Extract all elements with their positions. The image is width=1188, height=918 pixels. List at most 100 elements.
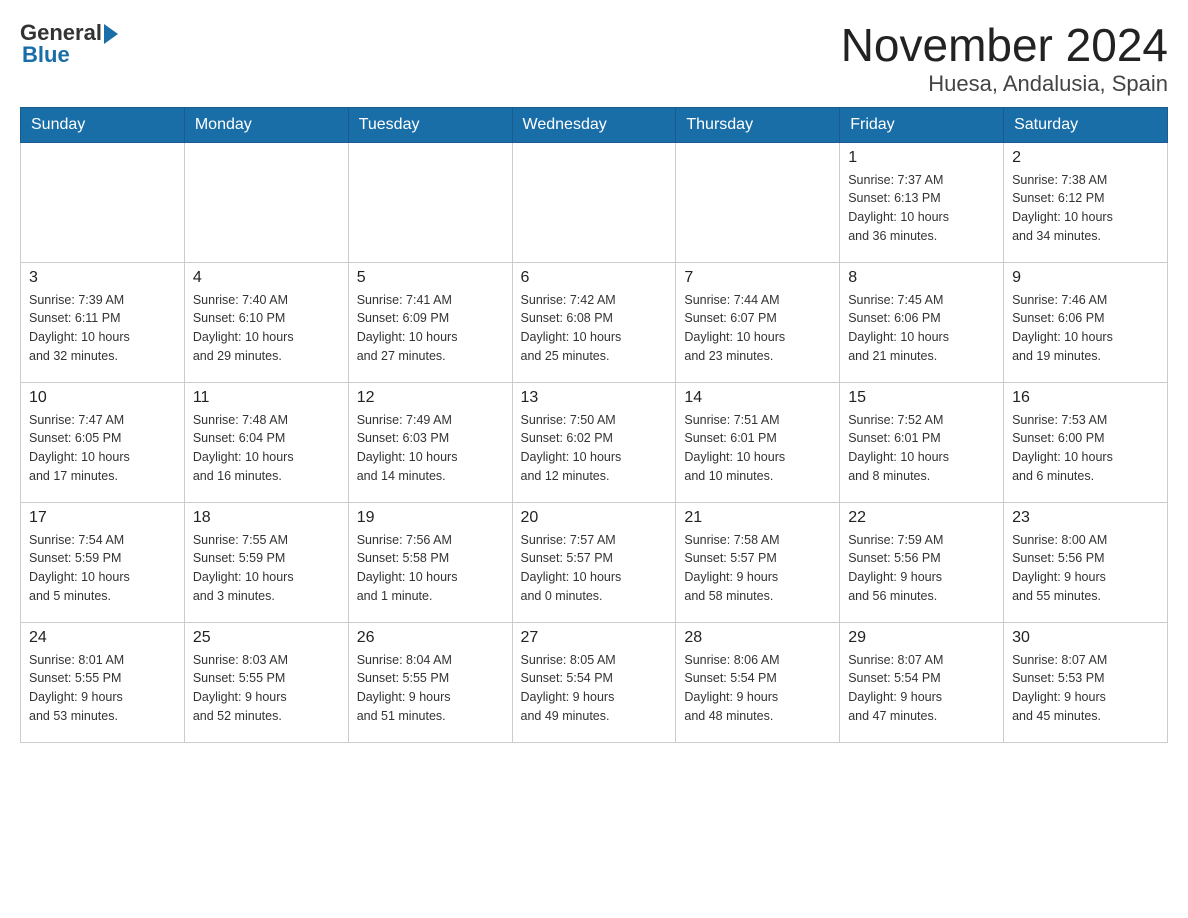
day-info: Sunrise: 8:00 AM Sunset: 5:56 PM Dayligh… xyxy=(1012,531,1159,606)
logo-arrow-icon xyxy=(104,24,118,44)
table-row: 20 Sunrise: 7:57 AM Sunset: 5:57 PM Dayli… xyxy=(512,502,676,622)
day-info: Sunrise: 7:51 AM Sunset: 6:01 PM Dayligh… xyxy=(684,411,831,486)
calendar-week-row: 10 Sunrise: 7:47 AM Sunset: 6:05 PM Dayli… xyxy=(21,382,1168,502)
day-number: 26 xyxy=(357,629,504,647)
day-number: 6 xyxy=(521,269,668,287)
day-number: 16 xyxy=(1012,389,1159,407)
day-info: Sunrise: 8:06 AM Sunset: 5:54 PM Dayligh… xyxy=(684,651,831,726)
day-number: 9 xyxy=(1012,269,1159,287)
table-row: 14 Sunrise: 7:51 AM Sunset: 6:01 PM Dayli… xyxy=(676,382,840,502)
table-row: 8 Sunrise: 7:45 AM Sunset: 6:06 PM Daylig… xyxy=(840,262,1004,382)
calendar-table: Sunday Monday Tuesday Wednesday Thursday… xyxy=(20,107,1168,743)
table-row: 27Sunrise: 8:05 AM Sunset: 5:54 PM Dayli… xyxy=(512,622,676,742)
day-number: 3 xyxy=(29,269,176,287)
day-info: Sunrise: 7:45 AM Sunset: 6:06 PM Dayligh… xyxy=(848,291,995,366)
table-row: 22 Sunrise: 7:59 AM Sunset: 5:56 PM Dayli… xyxy=(840,502,1004,622)
logo-blue-text: Blue xyxy=(20,42,70,68)
day-info: Sunrise: 7:49 AM Sunset: 6:03 PM Dayligh… xyxy=(357,411,504,486)
table-row: 26 Sunrise: 8:04 AM Sunset: 5:55 PM Dayli… xyxy=(348,622,512,742)
calendar-week-row: 24 Sunrise: 8:01 AM Sunset: 5:55 PM Dayli… xyxy=(21,622,1168,742)
day-info: Sunrise: 7:39 AM Sunset: 6:11 PM Dayligh… xyxy=(29,291,176,366)
table-row: 21Sunrise: 7:58 AM Sunset: 5:57 PM Dayli… xyxy=(676,502,840,622)
page-subtitle: Huesa, Andalusia, Spain xyxy=(841,71,1168,97)
day-number: 12 xyxy=(357,389,504,407)
day-info: Sunrise: 7:44 AM Sunset: 6:07 PM Dayligh… xyxy=(684,291,831,366)
day-info: Sunrise: 8:01 AM Sunset: 5:55 PM Dayligh… xyxy=(29,651,176,726)
day-info: Sunrise: 7:41 AM Sunset: 6:09 PM Dayligh… xyxy=(357,291,504,366)
day-number: 15 xyxy=(848,389,995,407)
day-info: Sunrise: 7:37 AM Sunset: 6:13 PM Dayligh… xyxy=(848,171,995,246)
day-number: 11 xyxy=(193,389,340,407)
table-row: 28 Sunrise: 8:06 AM Sunset: 5:54 PM Dayli… xyxy=(676,622,840,742)
day-number: 2 xyxy=(1012,149,1159,167)
table-row: 17Sunrise: 7:54 AM Sunset: 5:59 PM Dayli… xyxy=(21,502,185,622)
day-info: Sunrise: 7:52 AM Sunset: 6:01 PM Dayligh… xyxy=(848,411,995,486)
table-row: 1 Sunrise: 7:37 AM Sunset: 6:13 PM Daylig… xyxy=(840,142,1004,262)
table-row: 4 Sunrise: 7:40 AM Sunset: 6:10 PM Daylig… xyxy=(184,262,348,382)
table-row: 13 Sunrise: 7:50 AM Sunset: 6:02 PM Dayli… xyxy=(512,382,676,502)
table-row: 7 Sunrise: 7:44 AM Sunset: 6:07 PM Daylig… xyxy=(676,262,840,382)
header-sunday: Sunday xyxy=(21,107,185,142)
table-row: 10 Sunrise: 7:47 AM Sunset: 6:05 PM Dayli… xyxy=(21,382,185,502)
day-info: Sunrise: 7:46 AM Sunset: 6:06 PM Dayligh… xyxy=(1012,291,1159,366)
day-number: 1 xyxy=(848,149,995,167)
table-row: 25Sunrise: 8:03 AM Sunset: 5:55 PM Dayli… xyxy=(184,622,348,742)
table-row: 30 Sunrise: 8:07 AM Sunset: 5:53 PM Dayli… xyxy=(1004,622,1168,742)
day-number: 19 xyxy=(357,509,504,527)
table-row: 23 Sunrise: 8:00 AM Sunset: 5:56 PM Dayli… xyxy=(1004,502,1168,622)
day-number: 7 xyxy=(684,269,831,287)
day-number: 18 xyxy=(193,509,340,527)
logo: General Blue xyxy=(20,20,118,68)
day-number: 5 xyxy=(357,269,504,287)
table-row: 12 Sunrise: 7:49 AM Sunset: 6:03 PM Dayli… xyxy=(348,382,512,502)
day-info: Sunrise: 7:50 AM Sunset: 6:02 PM Dayligh… xyxy=(521,411,668,486)
day-info: Sunrise: 8:07 AM Sunset: 5:53 PM Dayligh… xyxy=(1012,651,1159,726)
table-row: 29 Sunrise: 8:07 AM Sunset: 5:54 PM Dayli… xyxy=(840,622,1004,742)
table-row: 9 Sunrise: 7:46 AM Sunset: 6:06 PM Daylig… xyxy=(1004,262,1168,382)
day-number: 28 xyxy=(684,629,831,647)
day-number: 24 xyxy=(29,629,176,647)
table-row: 2 Sunrise: 7:38 AM Sunset: 6:12 PM Daylig… xyxy=(1004,142,1168,262)
day-info: Sunrise: 7:38 AM Sunset: 6:12 PM Dayligh… xyxy=(1012,171,1159,246)
header-saturday: Saturday xyxy=(1004,107,1168,142)
day-number: 30 xyxy=(1012,629,1159,647)
header-thursday: Thursday xyxy=(676,107,840,142)
calendar-week-row: 3 Sunrise: 7:39 AM Sunset: 6:11 PM Daylig… xyxy=(21,262,1168,382)
table-row: 24 Sunrise: 8:01 AM Sunset: 5:55 PM Dayli… xyxy=(21,622,185,742)
calendar-header-row: Sunday Monday Tuesday Wednesday Thursday… xyxy=(21,107,1168,142)
table-row: 16 Sunrise: 7:53 AM Sunset: 6:00 PM Dayli… xyxy=(1004,382,1168,502)
calendar-week-row: 1 Sunrise: 7:37 AM Sunset: 6:13 PM Daylig… xyxy=(21,142,1168,262)
table-row xyxy=(348,142,512,262)
table-row: 5 Sunrise: 7:41 AM Sunset: 6:09 PM Daylig… xyxy=(348,262,512,382)
day-number: 13 xyxy=(521,389,668,407)
table-row: 6 Sunrise: 7:42 AM Sunset: 6:08 PM Daylig… xyxy=(512,262,676,382)
day-number: 23 xyxy=(1012,509,1159,527)
table-row xyxy=(184,142,348,262)
day-info: Sunrise: 8:07 AM Sunset: 5:54 PM Dayligh… xyxy=(848,651,995,726)
day-number: 4 xyxy=(193,269,340,287)
day-number: 25 xyxy=(193,629,340,647)
day-number: 10 xyxy=(29,389,176,407)
day-info: Sunrise: 7:47 AM Sunset: 6:05 PM Dayligh… xyxy=(29,411,176,486)
day-info: Sunrise: 7:57 AM Sunset: 5:57 PM Dayligh… xyxy=(521,531,668,606)
day-info: Sunrise: 8:05 AM Sunset: 5:54 PM Dayligh… xyxy=(521,651,668,726)
day-info: Sunrise: 7:59 AM Sunset: 5:56 PM Dayligh… xyxy=(848,531,995,606)
page-title: November 2024 xyxy=(841,20,1168,71)
day-number: 20 xyxy=(521,509,668,527)
title-block: November 2024 Huesa, Andalusia, Spain xyxy=(841,20,1168,97)
day-number: 8 xyxy=(848,269,995,287)
day-info: Sunrise: 7:56 AM Sunset: 5:58 PM Dayligh… xyxy=(357,531,504,606)
day-number: 14 xyxy=(684,389,831,407)
day-number: 22 xyxy=(848,509,995,527)
header-wednesday: Wednesday xyxy=(512,107,676,142)
day-number: 29 xyxy=(848,629,995,647)
table-row xyxy=(676,142,840,262)
header-tuesday: Tuesday xyxy=(348,107,512,142)
day-info: Sunrise: 7:40 AM Sunset: 6:10 PM Dayligh… xyxy=(193,291,340,366)
calendar-week-row: 17Sunrise: 7:54 AM Sunset: 5:59 PM Dayli… xyxy=(21,502,1168,622)
day-number: 21 xyxy=(684,509,831,527)
day-info: Sunrise: 8:04 AM Sunset: 5:55 PM Dayligh… xyxy=(357,651,504,726)
table-row: 11Sunrise: 7:48 AM Sunset: 6:04 PM Dayli… xyxy=(184,382,348,502)
day-info: Sunrise: 7:42 AM Sunset: 6:08 PM Dayligh… xyxy=(521,291,668,366)
day-info: Sunrise: 7:53 AM Sunset: 6:00 PM Dayligh… xyxy=(1012,411,1159,486)
